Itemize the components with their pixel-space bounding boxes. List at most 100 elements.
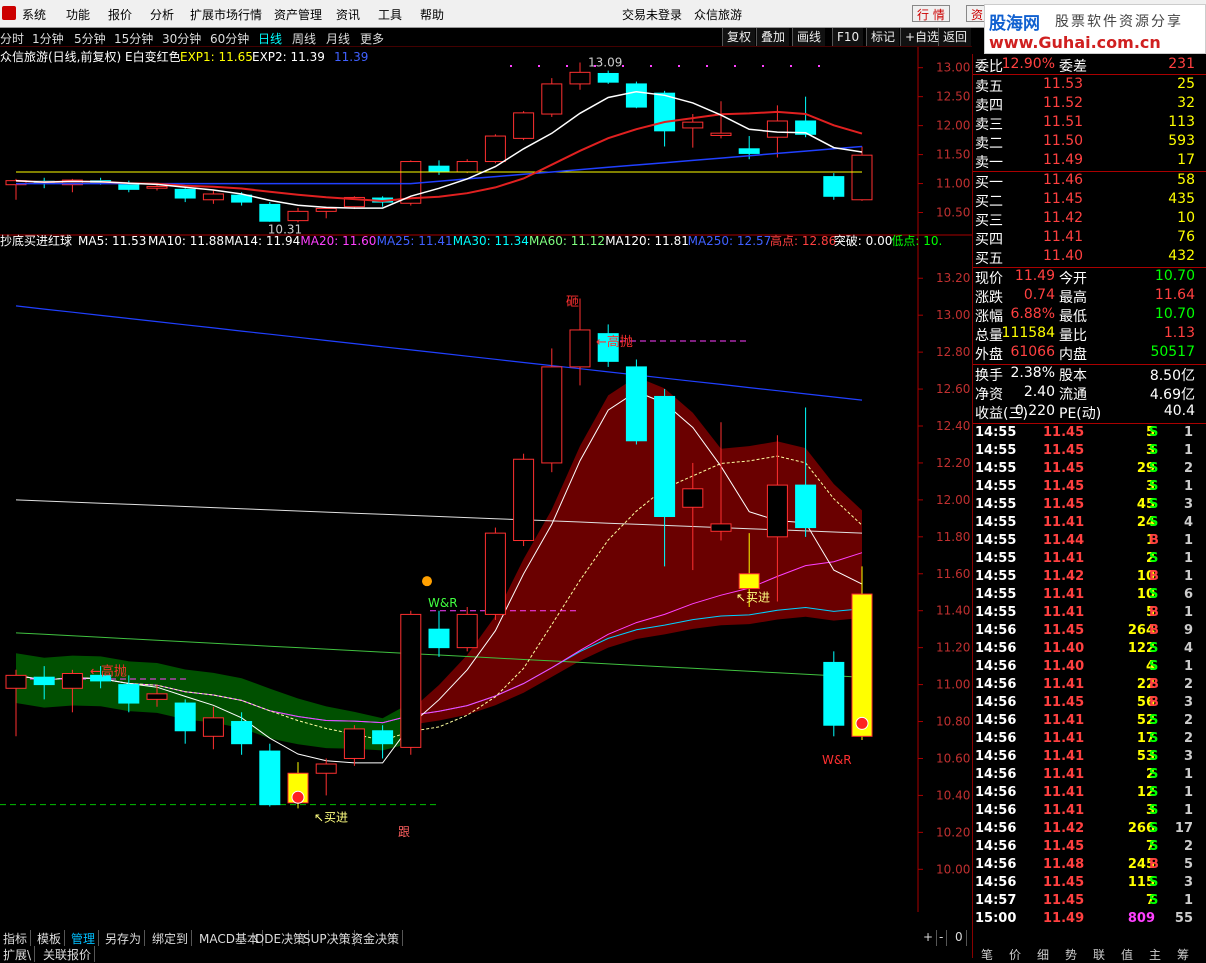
period-1[interactable]: 1分钟 xyxy=(32,30,64,47)
right-tab-4[interactable]: 联 xyxy=(1093,946,1105,963)
bottom-tab-1[interactable]: 模板 xyxy=(34,930,66,946)
candle-body[interactable] xyxy=(231,721,253,745)
menu-item-1[interactable]: 功能 xyxy=(66,6,90,23)
candle-body[interactable] xyxy=(682,488,704,508)
candle-body[interactable] xyxy=(766,484,788,538)
top-candle-body[interactable] xyxy=(738,148,760,154)
top-candle-body[interactable] xyxy=(202,193,224,201)
candle-body[interactable] xyxy=(343,728,365,759)
right-tab-6[interactable]: 主 xyxy=(1149,946,1161,963)
candle-body[interactable] xyxy=(569,329,591,368)
period-2[interactable]: 5分钟 xyxy=(74,30,106,47)
bottom-tab-7[interactable]: SUP决策 xyxy=(300,930,355,946)
tool-button-4[interactable]: 标记 xyxy=(866,28,900,46)
menu-item-0[interactable]: 系统 xyxy=(22,6,46,23)
menu-item-4[interactable]: 扩展市场行情 xyxy=(190,6,262,23)
top-candle-body[interactable] xyxy=(287,210,309,222)
candle-body[interactable] xyxy=(33,676,55,686)
top-candle-body[interactable] xyxy=(766,120,788,138)
period-3[interactable]: 15分钟 xyxy=(114,30,153,47)
zoom-control-1[interactable]: - xyxy=(936,930,948,946)
top-candle-body[interactable] xyxy=(625,83,647,108)
period-9[interactable]: 更多 xyxy=(360,30,384,47)
menu-item-2[interactable]: 报价 xyxy=(108,6,132,23)
top-candle-body[interactable] xyxy=(569,71,591,85)
bottom-tab-3[interactable]: 另存为 xyxy=(102,930,146,946)
tool-button-3[interactable]: F10 xyxy=(832,28,864,46)
candle-body[interactable] xyxy=(174,702,196,732)
tab-market[interactable]: 行 情 xyxy=(912,5,950,22)
candle-body[interactable] xyxy=(795,484,817,529)
top-candle-body[interactable] xyxy=(851,154,873,201)
candle-body[interactable] xyxy=(823,661,845,726)
candle-body[interactable] xyxy=(61,673,83,689)
candle-body[interactable] xyxy=(259,750,281,806)
menu-item-7[interactable]: 工具 xyxy=(378,6,402,23)
tool-button-2[interactable]: 画线 xyxy=(792,28,826,46)
tool-button-0[interactable]: 复权 xyxy=(722,28,756,46)
candle-body[interactable] xyxy=(456,613,478,649)
candle-body[interactable] xyxy=(625,366,647,442)
right-tab-7[interactable]: 筹 xyxy=(1177,946,1189,963)
top-candle-body[interactable] xyxy=(456,161,478,173)
top-candle-body[interactable] xyxy=(823,176,845,197)
right-tab-3[interactable]: 势 xyxy=(1065,946,1077,963)
bottom-tab2-0[interactable]: 扩展\ xyxy=(0,946,36,962)
top-candle-body[interactable] xyxy=(513,112,535,139)
period-0[interactable]: 分时 xyxy=(0,30,24,47)
candle-body[interactable] xyxy=(372,730,394,745)
bottom-tab-8[interactable]: 资金决策 xyxy=(348,930,404,946)
bottom-tab-0[interactable]: 指标 xyxy=(0,930,32,946)
period-6[interactable]: 日线 xyxy=(258,30,282,47)
menu-item-5[interactable]: 资产管理 xyxy=(274,6,322,23)
top-candle-body[interactable] xyxy=(541,83,563,115)
menu-item-8[interactable]: 帮助 xyxy=(420,6,444,23)
menu-item-3[interactable]: 分析 xyxy=(150,6,174,23)
tool-button-6[interactable]: 返回 xyxy=(938,28,972,46)
top-candle-body[interactable] xyxy=(597,72,619,83)
top-candle-body[interactable] xyxy=(428,165,450,173)
top-candle-body[interactable] xyxy=(174,188,196,199)
candle-body[interactable] xyxy=(513,458,535,542)
right-tab-5[interactable]: 值 xyxy=(1121,946,1133,963)
top-candle-body[interactable] xyxy=(682,121,704,129)
bottom-tab2-1[interactable]: 关联报价 xyxy=(40,946,96,962)
login-status[interactable]: 交易未登录 xyxy=(622,6,682,23)
candle-body[interactable] xyxy=(654,395,676,518)
candle-body[interactable] xyxy=(118,684,140,704)
top-candle-body[interactable] xyxy=(484,135,506,163)
tool-button-5[interactable]: +自选 xyxy=(900,28,944,46)
right-tab-1[interactable]: 价 xyxy=(1009,946,1021,963)
period-4[interactable]: 30分钟 xyxy=(162,30,201,47)
period-7[interactable]: 周线 xyxy=(292,30,316,47)
candle-body[interactable] xyxy=(851,593,873,737)
kline-chart[interactable]: 13.00 12.50 12.00 11.50 11.00 10.50 13.20 13.00… xyxy=(0,47,972,912)
top-candle-body[interactable] xyxy=(315,207,337,212)
bottom-tab-4[interactable]: 绑定到 xyxy=(149,930,193,946)
zoom-control-2[interactable]: 0 xyxy=(952,930,967,946)
candle-body[interactable] xyxy=(202,717,224,737)
top-candle-body[interactable] xyxy=(710,132,732,136)
right-tab-0[interactable]: 笔 xyxy=(981,946,993,963)
candle-body[interactable] xyxy=(5,674,27,689)
candle-body[interactable] xyxy=(428,628,450,649)
candle-body[interactable] xyxy=(400,613,422,748)
top-candle-body[interactable] xyxy=(118,183,140,190)
tool-button-1[interactable]: 叠加 xyxy=(756,28,790,46)
top-candle-body[interactable] xyxy=(259,203,281,222)
bottom-tab-2[interactable]: 管理 xyxy=(68,930,100,946)
period-5[interactable]: 60分钟 xyxy=(210,30,249,47)
candle-body[interactable] xyxy=(484,532,506,615)
right-tab-2[interactable]: 细 xyxy=(1037,946,1049,963)
top-candle-body[interactable] xyxy=(654,92,676,132)
candle-body[interactable] xyxy=(315,763,337,774)
candle-body[interactable] xyxy=(738,573,760,590)
candle-body[interactable] xyxy=(146,693,168,700)
zoom-control-0[interactable]: + xyxy=(920,930,938,946)
top-candle-body[interactable] xyxy=(146,185,168,189)
menu-item-6[interactable]: 资讯 xyxy=(336,6,360,23)
period-8[interactable]: 月线 xyxy=(326,30,350,47)
candle-body[interactable] xyxy=(710,523,732,532)
candle-body[interactable] xyxy=(541,366,563,464)
main-y-tick: 10.20 xyxy=(936,825,970,839)
